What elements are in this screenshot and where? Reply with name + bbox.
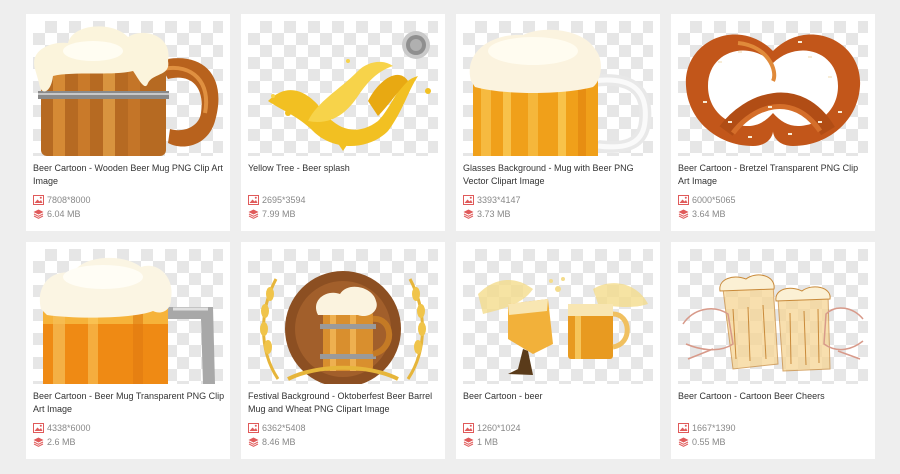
oktoberfest-barrel-image[interactable]: [248, 249, 438, 384]
card-title[interactable]: Yellow Tree - Beer splash: [248, 162, 440, 175]
beer-cheers-sketch-image[interactable]: [678, 249, 868, 384]
result-card[interactable]: Beer Cartoon - Beer Mug Transparent PNG …: [26, 242, 230, 459]
layers-icon: [33, 209, 44, 219]
layers-icon: [678, 209, 689, 219]
pretzel-image[interactable]: [678, 21, 868, 156]
image-icon: [463, 423, 474, 433]
file-size: 7.99 MB: [248, 209, 296, 219]
card-title[interactable]: Beer Cartoon - Beer Mug Transparent PNG …: [33, 390, 225, 416]
file-size: 0.55 MB: [678, 437, 726, 447]
size-text: 2.6 MB: [47, 437, 76, 447]
card-title[interactable]: Beer Cartoon - Wooden Beer Mug PNG Clip …: [33, 162, 225, 188]
image-icon: [33, 423, 44, 433]
file-size: 3.64 MB: [678, 209, 726, 219]
wooden-beer-mug-image[interactable]: [33, 21, 223, 156]
file-size: 1 MB: [463, 437, 498, 447]
glass-beer-mug-image[interactable]: [463, 21, 653, 156]
layers-icon: [33, 437, 44, 447]
layers-icon: [463, 209, 474, 219]
file-size: 8.46 MB: [248, 437, 296, 447]
size-text: 7.99 MB: [262, 209, 296, 219]
card-title[interactable]: Beer Cartoon - Bretzel Transparent PNG C…: [678, 162, 870, 188]
result-card[interactable]: Festival Background - Oktoberfest Beer B…: [241, 242, 445, 459]
result-card[interactable]: Beer Cartoon - Wooden Beer Mug PNG Clip …: [26, 14, 230, 231]
image-results-grid: Beer Cartoon - Wooden Beer Mug PNG Clip …: [26, 14, 875, 459]
card-title[interactable]: Beer Cartoon - Cartoon Beer Cheers: [678, 390, 870, 403]
image-dimensions: 2695*3594: [248, 195, 306, 205]
dimensions-text: 4338*6000: [47, 423, 91, 433]
image-dimensions: 4338*6000: [33, 423, 91, 433]
image-icon: [678, 195, 689, 205]
result-card[interactable]: Beer Cartoon - Cartoon Beer Cheers 1667*…: [671, 242, 875, 459]
dimensions-text: 6000*5065: [692, 195, 736, 205]
dimensions-text: 3393*4147: [477, 195, 521, 205]
size-text: 8.46 MB: [262, 437, 296, 447]
beer-mug-image[interactable]: [33, 249, 223, 384]
image-icon: [248, 423, 259, 433]
image-dimensions: 6000*5065: [678, 195, 736, 205]
card-title[interactable]: Glasses Background - Mug with Beer PNG V…: [463, 162, 655, 188]
image-icon: [248, 195, 259, 205]
dimensions-text: 1667*1390: [692, 423, 736, 433]
image-icon: [678, 423, 689, 433]
file-size: 2.6 MB: [33, 437, 76, 447]
layers-icon: [678, 437, 689, 447]
image-dimensions: 7808*8000: [33, 195, 91, 205]
dimensions-text: 7808*8000: [47, 195, 91, 205]
layers-icon: [463, 437, 474, 447]
size-text: 3.64 MB: [692, 209, 726, 219]
image-dimensions: 6362*5408: [248, 423, 306, 433]
size-text: 3.73 MB: [477, 209, 511, 219]
size-text: 0.55 MB: [692, 437, 726, 447]
size-text: 1 MB: [477, 437, 499, 447]
image-icon: [463, 195, 474, 205]
result-card[interactable]: Glasses Background - Mug with Beer PNG V…: [456, 14, 660, 231]
image-icon: [33, 195, 44, 205]
image-dimensions: 1260*1024: [463, 423, 521, 433]
image-dimensions: 1667*1390: [678, 423, 736, 433]
result-card[interactable]: Yellow Tree - Beer splash 2695*3594 7.99…: [241, 14, 445, 231]
image-dimensions: 3393*4147: [463, 195, 521, 205]
file-size: 3.73 MB: [463, 209, 511, 219]
layers-icon: [248, 209, 259, 219]
dimensions-text: 6362*5408: [262, 423, 306, 433]
layers-icon: [248, 437, 259, 447]
dimensions-text: 1260*1024: [477, 423, 521, 433]
card-title[interactable]: Beer Cartoon - beer: [463, 390, 655, 403]
size-text: 6.04 MB: [47, 209, 81, 219]
dimensions-text: 2695*3594: [262, 195, 306, 205]
result-card[interactable]: Beer Cartoon - Bretzel Transparent PNG C…: [671, 14, 875, 231]
result-card[interactable]: Beer Cartoon - beer 1260*1024 1 MB: [456, 242, 660, 459]
file-size: 6.04 MB: [33, 209, 81, 219]
card-title[interactable]: Festival Background - Oktoberfest Beer B…: [248, 390, 440, 416]
beer-splash-image[interactable]: [248, 21, 438, 156]
beer-toast-image[interactable]: [463, 249, 653, 384]
